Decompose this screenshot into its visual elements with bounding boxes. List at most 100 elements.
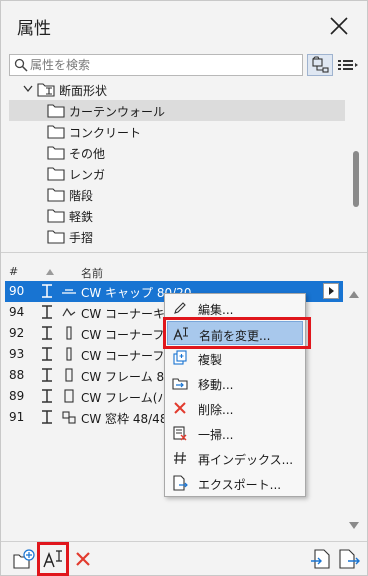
chevron-down-icon [23, 85, 33, 93]
delete-icon [172, 400, 188, 416]
shape-preview-icon [61, 409, 77, 425]
pencil-icon [172, 300, 188, 316]
delete-button[interactable] [71, 547, 95, 571]
profile-icon [39, 346, 55, 362]
row-number: 91 [9, 410, 25, 424]
folder-icon [47, 124, 65, 139]
search-input[interactable] [30, 56, 300, 74]
row-number: 93 [9, 347, 25, 361]
tree-item[interactable]: 手摺 [9, 226, 345, 247]
tree-item[interactable]: 階段 [9, 184, 345, 205]
reindex-menu-item[interactable]: 再インデックス... [167, 446, 303, 470]
folder-icon [47, 145, 65, 160]
menu-item-label: 再インデックス... [198, 453, 294, 467]
row-number: 92 [9, 326, 25, 340]
row-number: 89 [9, 389, 25, 403]
menu-item-label: エクスポート... [198, 478, 282, 492]
tree-item[interactable]: コンクリート [9, 121, 345, 142]
import-button[interactable] [309, 547, 333, 571]
purge-icon [172, 425, 188, 441]
search-box [9, 54, 303, 76]
menu-item-label: 一掃... [198, 428, 234, 442]
tree-item-label: 手摺 [69, 231, 94, 245]
duplicate-menu-item[interactable]: 複製 [167, 346, 303, 370]
table-header: # 名前 [5, 263, 343, 281]
move-icon [172, 375, 188, 391]
purge-menu-item[interactable]: 一掃... [167, 421, 303, 445]
row-number: 90 [9, 284, 25, 298]
shape-preview-icon [61, 304, 77, 320]
scroll-up-icon[interactable] [348, 289, 360, 299]
hash-icon [172, 450, 188, 466]
rename-menu-highlight [163, 317, 311, 349]
rename-button-highlight [37, 542, 69, 576]
new-folder-icon [13, 549, 35, 569]
delete-menu-item[interactable]: 削除... [167, 396, 303, 420]
attributes-panel: 属性 断面形状 カーテンウォールコンクリートその他レンガ階段軽鉄手摺 # 名前 [0, 0, 368, 576]
profile-icon [39, 283, 55, 299]
tree-view-button[interactable] [307, 54, 333, 76]
tree-item-label: その他 [69, 147, 106, 161]
menu-item-label: 複製 [198, 353, 223, 367]
tree-item-label: 軽鉄 [69, 210, 94, 224]
folder-icon [47, 208, 65, 223]
menu-item-label: 編集... [198, 303, 234, 317]
scroll-down-icon[interactable] [348, 521, 360, 531]
row-number: 94 [9, 305, 25, 319]
category-tree: 断面形状 カーテンウォール コンクリート その他レンガ階段軽鉄手摺 [9, 79, 345, 247]
tree-item-label: コンクリート [69, 126, 142, 140]
row-name: CW コーナーフレ [81, 349, 177, 363]
shape-preview-icon [61, 283, 77, 299]
shape-preview-icon [61, 367, 77, 383]
tree-item[interactable]: レンガ [9, 163, 345, 184]
menu-item-label: 移動... [198, 378, 234, 392]
tree-scrollbar[interactable] [353, 151, 359, 207]
delete-icon [76, 552, 90, 566]
profile-icon [39, 388, 55, 404]
duplicate-icon [172, 350, 188, 366]
search-row [9, 54, 361, 76]
folder-icon [47, 103, 65, 118]
tree-item-label: カーテンウォール [69, 105, 166, 119]
folder-icon [47, 187, 65, 202]
panel-title: 属性 [17, 19, 51, 39]
export-icon [339, 549, 360, 569]
tree-item[interactable]: 軽鉄 [9, 205, 345, 226]
title-bar: 属性 [1, 1, 367, 51]
folder-icon [47, 166, 65, 181]
column-number[interactable]: # [9, 265, 18, 278]
row-name: CW 窓枠 48/48 [81, 412, 168, 426]
list-view-button[interactable] [335, 54, 361, 76]
row-number: 88 [9, 368, 25, 382]
import-icon [311, 549, 330, 569]
export-icon [172, 475, 188, 491]
tree-item[interactable]: その他 [9, 142, 345, 163]
shape-preview-icon [61, 388, 77, 404]
row-menu-button[interactable] [323, 283, 339, 299]
profile-icon [39, 409, 55, 425]
menu-item-label: 削除... [198, 403, 234, 417]
tree-item[interactable]: カーテンウォール [9, 100, 345, 121]
list-icon [338, 60, 358, 70]
close-icon [330, 17, 348, 35]
profile-icon [39, 304, 55, 320]
play-icon [329, 287, 334, 295]
export-menu-item[interactable]: エクスポート... [167, 471, 303, 495]
tree-item-label: レンガ [69, 168, 106, 182]
move-menu-item[interactable]: 移動... [167, 371, 303, 395]
export-button[interactable] [337, 547, 361, 571]
pane-splitter[interactable] [1, 252, 367, 253]
close-button[interactable] [327, 14, 351, 38]
folder-tree-icon [312, 56, 329, 73]
search-icon [14, 58, 28, 72]
shape-preview-icon [61, 325, 77, 341]
new-folder-button[interactable] [13, 547, 37, 571]
shape-preview-icon [61, 346, 77, 362]
sort-up-icon[interactable] [45, 268, 55, 276]
column-name[interactable]: 名前 [81, 265, 103, 281]
tree-item-label: 階段 [69, 189, 94, 203]
folder-icon [47, 229, 65, 244]
profile-icon [39, 325, 55, 341]
tree-root[interactable]: 断面形状 [9, 79, 345, 100]
profile-icon [39, 367, 55, 383]
